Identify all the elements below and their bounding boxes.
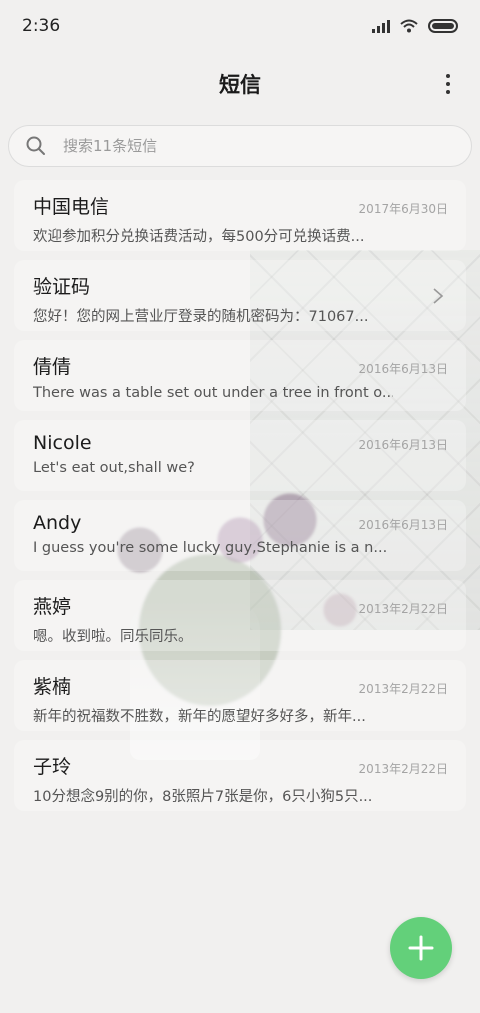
conversation-preview: 欢迎参加积分兑换话费活动，每500分可兑换话费... [33, 229, 365, 245]
conversation-date: 2016年6月13日 [358, 518, 448, 532]
conversation-date: 2013年2月22日 [358, 762, 448, 776]
conversation-name: 验证码 [33, 276, 91, 298]
conversation-preview: 10分想念9别的你，8张照片7张是你，6只小狗5只... [33, 789, 373, 805]
conversation-preview: 您好！您的网上营业厅登录的随机密码为：71067... [33, 309, 369, 325]
conversation-item[interactable]: 中国电信 2017年6月30日 欢迎参加积分兑换话费活动，每500分可兑换话费.… [14, 180, 466, 251]
header: 短信 [0, 60, 480, 108]
plus-icon [408, 935, 434, 961]
conversation-preview: Let's eat out,shall we? [33, 460, 195, 476]
battery-icon [428, 19, 458, 33]
conversation-item[interactable]: Andy 2016年6月13日 I guess you're some luck… [14, 500, 466, 571]
conversation-date: 2013年2月22日 [358, 682, 448, 696]
conversation-name: 子玲 [33, 756, 72, 778]
conversation-date: 2016年6月13日 [358, 362, 448, 376]
status-icons [372, 19, 458, 33]
status-time: 2:36 [22, 16, 61, 36]
conversation-preview: 新年的祝福数不胜数，新年的愿望好多好多，新年... [33, 709, 366, 725]
conversation-item[interactable]: 倩倩 2016年6月13日 There was a table set out … [14, 340, 466, 411]
conversation-name: 中国电信 [33, 196, 110, 218]
conversation-date: 2016年6月13日 [358, 438, 448, 452]
more-options-button[interactable] [438, 70, 458, 98]
status-bar: 2:36 [0, 0, 480, 52]
search-input[interactable] [63, 137, 471, 155]
conversation-name: 紫楠 [33, 676, 72, 698]
more-vertical-icon [446, 74, 450, 78]
wifi-icon [400, 19, 418, 33]
search-icon [26, 136, 45, 155]
signal-icon [372, 19, 390, 33]
conversation-item[interactable]: 燕婷 2013年2月22日 嗯。收到啦。同乐同乐。 [14, 580, 466, 651]
new-message-button[interactable] [390, 917, 452, 979]
conversation-item[interactable]: Nicole 2016年6月13日 Let's eat out,shall we… [14, 420, 466, 491]
conversation-item[interactable]: 验证码 您好！您的网上营业厅登录的随机密码为：71067... [14, 260, 466, 331]
conversation-preview: There was a table set out under a tree i… [33, 385, 393, 401]
conversation-name: Nicole [33, 432, 92, 454]
conversation-preview: I guess you're some lucky guy,Stephanie … [33, 540, 388, 556]
chevron-right-icon [433, 288, 444, 304]
page-title: 短信 [219, 73, 261, 97]
conversation-item[interactable]: 紫楠 2013年2月22日 新年的祝福数不胜数，新年的愿望好多好多，新年... [14, 660, 466, 731]
conversation-preview: 嗯。收到啦。同乐同乐。 [33, 629, 193, 645]
conversation-name: 燕婷 [33, 596, 72, 618]
conversation-item[interactable]: 子玲 2013年2月22日 10分想念9别的你，8张照片7张是你，6只小狗5只.… [14, 740, 466, 811]
conversation-date: 2017年6月30日 [358, 202, 448, 216]
conversation-name: Andy [33, 512, 82, 534]
conversation-name: 倩倩 [33, 356, 72, 378]
conversation-list: 中国电信 2017年6月30日 欢迎参加积分兑换话费活动，每500分可兑换话费.… [14, 180, 466, 820]
conversation-date: 2013年2月22日 [358, 602, 448, 616]
search-bar[interactable] [8, 125, 472, 167]
